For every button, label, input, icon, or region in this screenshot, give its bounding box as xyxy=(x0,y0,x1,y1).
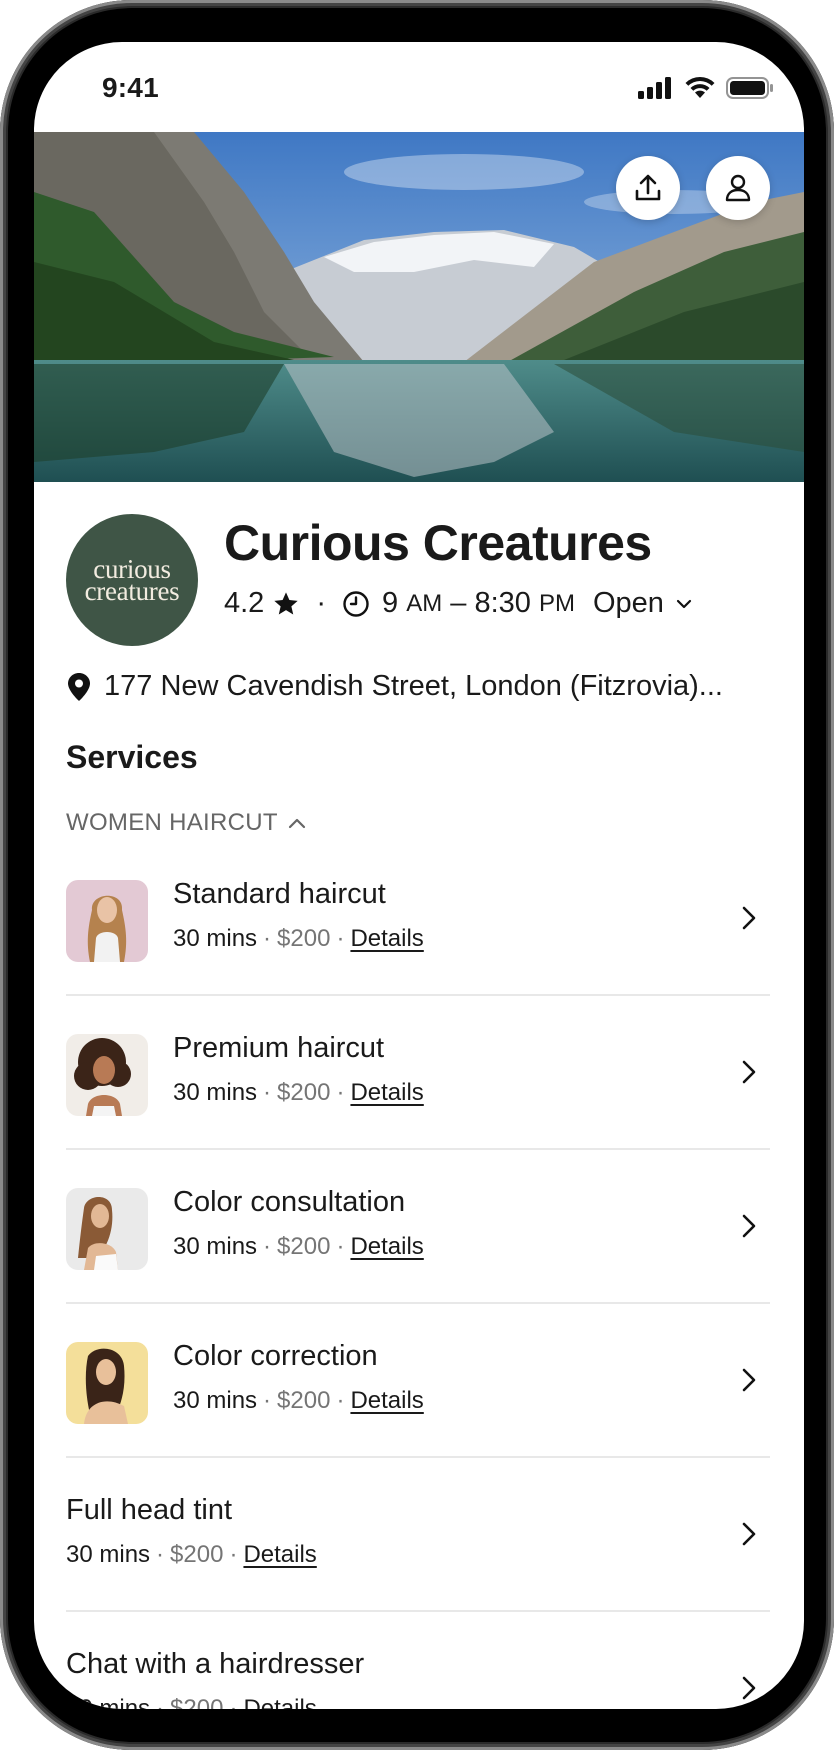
service-row[interactable]: Chat with a hairdresser 30 mins · $200 · Det… xyxy=(66,1612,770,1709)
service-duration: 30 mins xyxy=(66,1695,151,1709)
rating-value: 4.2 xyxy=(224,587,265,619)
service-meta: 30 mins · $200 · Details xyxy=(173,1387,424,1414)
logo-line-2: creatures xyxy=(84,576,180,606)
clock-icon xyxy=(343,590,369,617)
battery-icon xyxy=(726,77,773,99)
wifi-icon xyxy=(685,76,715,98)
service-thumbnail xyxy=(66,880,148,962)
service-list: Standard haircut 30 mins · $200 · Details xyxy=(66,842,770,1709)
business-logo: curious creatures xyxy=(66,514,198,646)
service-price: $200 xyxy=(170,1695,224,1709)
service-name: Premium haircut xyxy=(173,1032,385,1064)
chevron-right-icon[interactable] xyxy=(734,1362,764,1398)
chevron-right-icon[interactable] xyxy=(734,1054,764,1090)
service-name: Color consultation xyxy=(173,1186,406,1218)
service-text: Full head tint 30 mins · $200 · Details xyxy=(66,1494,317,1569)
status-bar: 9:41 xyxy=(34,42,804,132)
service-meta: 30 mins · $200 · Details xyxy=(173,1079,424,1106)
service-price: $200 xyxy=(277,1387,331,1414)
address-text: 177 New Cavendish Street, London (Fitzro… xyxy=(104,670,723,702)
details-link[interactable]: Details xyxy=(350,925,423,952)
meta-separator: · xyxy=(316,587,326,619)
hours-end: 8:30 xyxy=(474,587,531,619)
service-meta: 30 mins · $200 · Details xyxy=(66,1541,317,1568)
service-name: Standard haircut xyxy=(173,878,386,910)
details-link[interactable]: Details xyxy=(243,1695,316,1709)
service-row[interactable]: Standard haircut 30 mins · $200 · Details xyxy=(66,842,770,996)
share-button[interactable] xyxy=(616,156,680,220)
service-meta: 30 mins · $200 · Details xyxy=(66,1695,364,1709)
chevron-right-icon[interactable] xyxy=(734,1516,764,1552)
open-status-dropdown[interactable]: Open xyxy=(593,587,692,620)
service-row[interactable]: Full head tint 30 mins · $200 · Details xyxy=(66,1458,770,1612)
details-link[interactable]: Details xyxy=(350,1387,423,1414)
hours-start-suffix: AM xyxy=(406,589,443,617)
service-row[interactable]: Color correction 30 mins · $200 · Details xyxy=(66,1304,770,1458)
screen: 9:41 curious creatures Curious Creatures… xyxy=(34,42,804,1709)
service-text: Chat with a hairdresser 30 mins · $200 · Det… xyxy=(66,1648,364,1709)
service-text: Color correction 30 mins · $200 · Details xyxy=(173,1340,424,1415)
service-duration: 30 mins xyxy=(173,1387,258,1414)
business-name: Curious Creatures xyxy=(224,515,652,571)
star-icon xyxy=(274,591,298,614)
service-text: Premium haircut 30 mins · $200 · Details xyxy=(173,1032,424,1107)
service-duration: 30 mins xyxy=(66,1541,151,1568)
address-row[interactable]: 177 New Cavendish Street, London (Fitzro… xyxy=(66,670,723,703)
services-title: Services xyxy=(66,739,198,775)
mountain-lake-photo xyxy=(34,132,804,482)
business-meta: 4.2 · 9 AM – 8:30 PM Open xyxy=(224,587,692,620)
service-price: $200 xyxy=(170,1541,224,1568)
service-text: Standard haircut 30 mins · $200 · Details xyxy=(173,878,424,953)
service-price: $200 xyxy=(277,1233,331,1260)
service-thumbnail xyxy=(66,1188,148,1270)
hero-image xyxy=(34,132,804,482)
hours-dash: – xyxy=(450,587,467,619)
chevron-up-icon xyxy=(288,818,305,829)
details-link[interactable]: Details xyxy=(350,1233,423,1260)
chevron-right-icon[interactable] xyxy=(734,1670,764,1706)
category-label: WOMEN HAIRCUT xyxy=(66,809,278,836)
hours-end-suffix: PM xyxy=(538,589,575,617)
service-duration: 30 mins xyxy=(173,1233,258,1260)
signal-icon xyxy=(638,77,671,99)
category-toggle[interactable]: WOMEN HAIRCUT xyxy=(66,809,306,837)
details-link[interactable]: Details xyxy=(243,1541,316,1568)
service-thumbnail xyxy=(66,1034,148,1116)
service-price: $200 xyxy=(277,1079,331,1106)
service-name: Full head tint xyxy=(66,1494,233,1526)
chevron-down-icon xyxy=(676,599,692,608)
hours-start: 9 xyxy=(382,587,399,619)
service-name: Chat with a hairdresser xyxy=(66,1648,365,1680)
service-price: $200 xyxy=(277,925,331,952)
service-meta: 30 mins · $200 · Details xyxy=(173,1233,424,1260)
status-icons xyxy=(638,76,774,100)
profile-button[interactable] xyxy=(706,156,770,220)
status-time: 9:41 xyxy=(102,72,159,103)
service-meta: 30 mins · $200 · Details xyxy=(173,925,424,952)
service-row[interactable]: Premium haircut 30 mins · $200 · Details xyxy=(66,996,770,1150)
share-icon xyxy=(635,174,661,201)
chevron-right-icon[interactable] xyxy=(734,900,764,936)
location-pin-icon xyxy=(68,672,90,701)
profile-icon xyxy=(725,174,751,202)
service-thumbnail xyxy=(66,1342,148,1424)
open-status: Open xyxy=(592,587,664,619)
service-duration: 30 mins xyxy=(173,925,258,952)
details-link[interactable]: Details xyxy=(350,1079,423,1106)
service-text: Color consultation 30 mins · $200 · Details xyxy=(173,1186,424,1261)
chevron-right-icon[interactable] xyxy=(734,1208,764,1244)
service-row[interactable]: Color consultation 30 mins · $200 · Details xyxy=(66,1150,770,1304)
service-duration: 30 mins xyxy=(173,1079,258,1106)
service-name: Color correction xyxy=(173,1340,378,1372)
